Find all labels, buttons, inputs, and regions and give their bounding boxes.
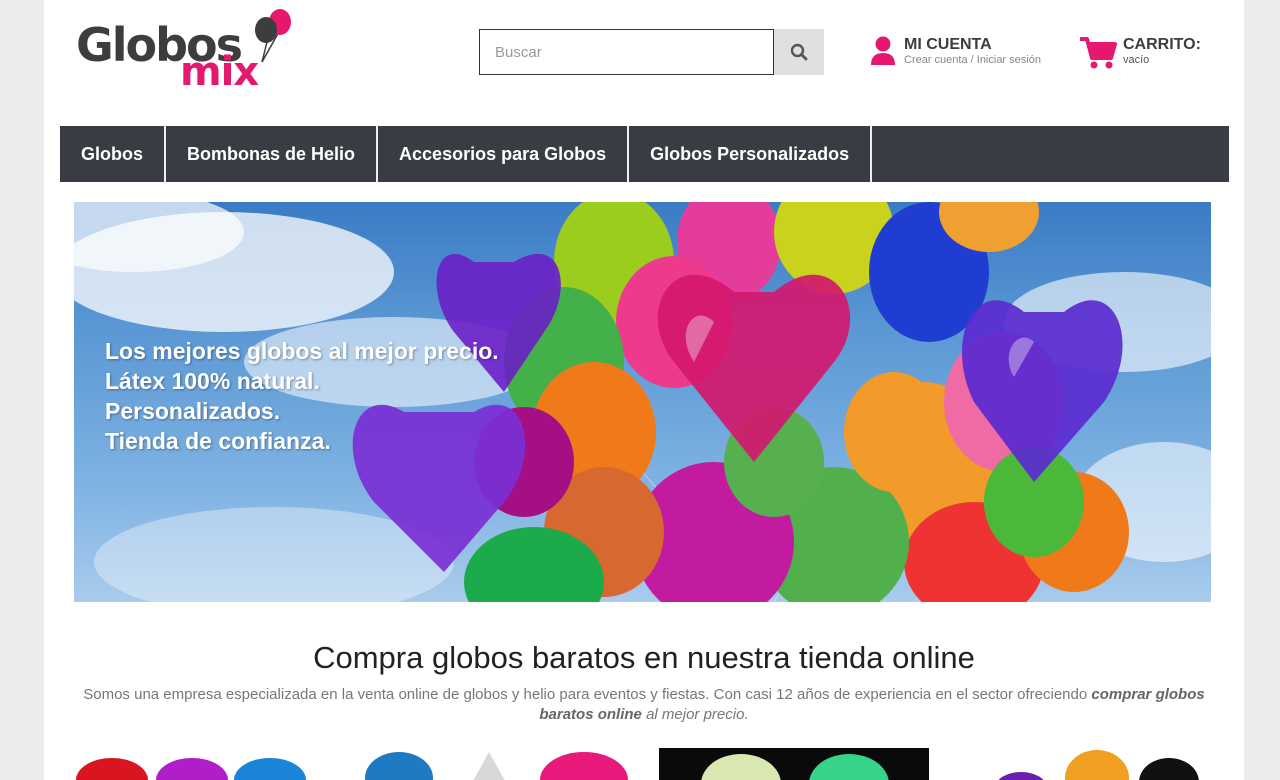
search-input[interactable] — [479, 29, 774, 75]
page-title: Compra globos baratos en nuestra tienda … — [313, 640, 975, 675]
page: Globos mix MI CUENTA Crear cuenta / Inic… — [44, 0, 1244, 780]
nav-item-globos[interactable]: Globos — [60, 126, 166, 182]
cart-link[interactable]: CARRITO: vacío — [1079, 34, 1219, 74]
intro-paragraph: Somos una empresa especializada en la ve… — [64, 685, 1224, 725]
intro-tail: al mejor precio. — [641, 706, 749, 723]
search-bar — [479, 29, 824, 75]
search-icon — [790, 43, 808, 61]
cart-status: vacío — [1123, 54, 1150, 66]
category-thumbnail[interactable] — [64, 748, 334, 780]
logo-sub: mix — [180, 49, 259, 95]
category-thumbnails — [64, 748, 1234, 780]
hero-line: Los mejores globos al mejor precio. — [105, 338, 499, 364]
hero-line: Personalizados. — [105, 398, 281, 424]
user-icon — [871, 36, 895, 65]
logo[interactable]: Globos mix — [76, 8, 292, 100]
category-thumbnail[interactable] — [959, 748, 1229, 780]
nav-item-bombonas-helio[interactable]: Bombonas de Helio — [166, 126, 379, 182]
hero-line: Látex 100% natural. — [105, 368, 320, 394]
hero-text: Los mejores globos al mejor precio. Láte… — [105, 336, 499, 456]
nav-item-personalizados[interactable]: Globos Personalizados — [629, 126, 873, 182]
cart-title: CARRITO: — [1123, 36, 1201, 53]
search-button[interactable] — [774, 29, 824, 75]
nav-item-accesorios[interactable]: Accesorios para Globos — [378, 126, 630, 182]
main-nav: Globos Bombonas de Helio Accesorios para… — [60, 126, 1229, 182]
cart-icon — [1080, 37, 1117, 69]
category-thumbnail[interactable] — [659, 748, 929, 780]
category-thumbnail[interactable] — [359, 748, 629, 780]
balloon-icon — [255, 9, 291, 63]
hero-line: Tienda de confianza. — [105, 428, 331, 454]
account-link[interactable]: MI CUENTA Crear cuenta / Iniciar sesión — [870, 34, 1060, 74]
account-subtitle[interactable]: Crear cuenta / Iniciar sesión — [904, 54, 1041, 66]
hero-banner[interactable]: Los mejores globos al mejor precio. Láte… — [74, 202, 1211, 602]
intro-text: Somos una empresa especializada en la ve… — [83, 686, 1092, 703]
account-title: MI CUENTA — [904, 36, 992, 53]
